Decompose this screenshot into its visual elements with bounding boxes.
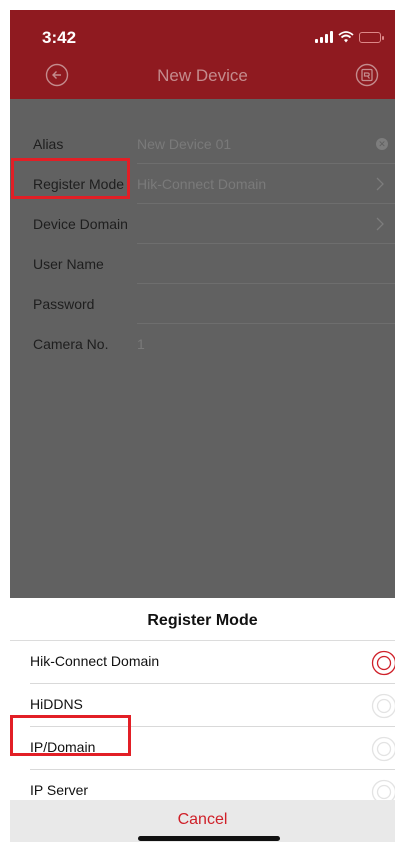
alias-field[interactable]: New Device 01: [137, 136, 231, 152]
clear-icon[interactable]: ✕: [376, 138, 388, 150]
device-domain-label: Device Domain: [33, 216, 128, 232]
register-mode-highlight: [11, 158, 130, 199]
chevron-right-icon: [376, 177, 384, 191]
radio-icon: [371, 736, 395, 762]
app-screen: 3:42 New Device Alias New Device 01 ✕ Re…: [10, 10, 395, 842]
option-label: IP Server: [30, 782, 89, 798]
user-name-label: User Name: [33, 256, 104, 272]
save-button[interactable]: [355, 63, 379, 87]
cancel-button[interactable]: Cancel: [10, 800, 395, 842]
radio-selected-icon: [371, 650, 395, 676]
password-label: Password: [33, 296, 95, 312]
chevron-right-icon: [376, 217, 384, 231]
home-indicator: [138, 836, 280, 841]
camera-no-field[interactable]: 1: [137, 336, 145, 352]
signal-icon: [315, 31, 333, 43]
alias-label: Alias: [33, 136, 64, 152]
wifi-icon: [338, 31, 354, 43]
battery-icon: [359, 31, 384, 43]
option-label: Hik-Connect Domain: [30, 653, 160, 669]
password-row[interactable]: Password: [10, 284, 395, 324]
page-title: New Device: [157, 66, 248, 85]
camera-no-label: Camera No.: [33, 336, 109, 352]
status-icons: [315, 30, 384, 44]
header-bar: 3:42 New Device: [10, 10, 395, 99]
ip-domain-highlight: [10, 715, 131, 756]
radio-icon: [371, 693, 395, 719]
sheet-title: Register Mode: [147, 612, 258, 629]
cancel-label: Cancel: [177, 811, 228, 828]
user-name-row[interactable]: User Name: [10, 244, 395, 284]
register-mode-value: Hik-Connect Domain: [137, 176, 267, 192]
register-mode-sheet: Register Mode Hik-Connect Domain HiDDNS …: [10, 598, 395, 842]
option-hik-connect-domain[interactable]: Hik-Connect Domain: [10, 641, 395, 684]
device-domain-row[interactable]: Device Domain: [10, 204, 395, 244]
status-time: 3:42: [42, 28, 77, 47]
option-label: HiDDNS: [30, 696, 83, 712]
camera-no-row[interactable]: Camera No. 1: [10, 324, 395, 364]
